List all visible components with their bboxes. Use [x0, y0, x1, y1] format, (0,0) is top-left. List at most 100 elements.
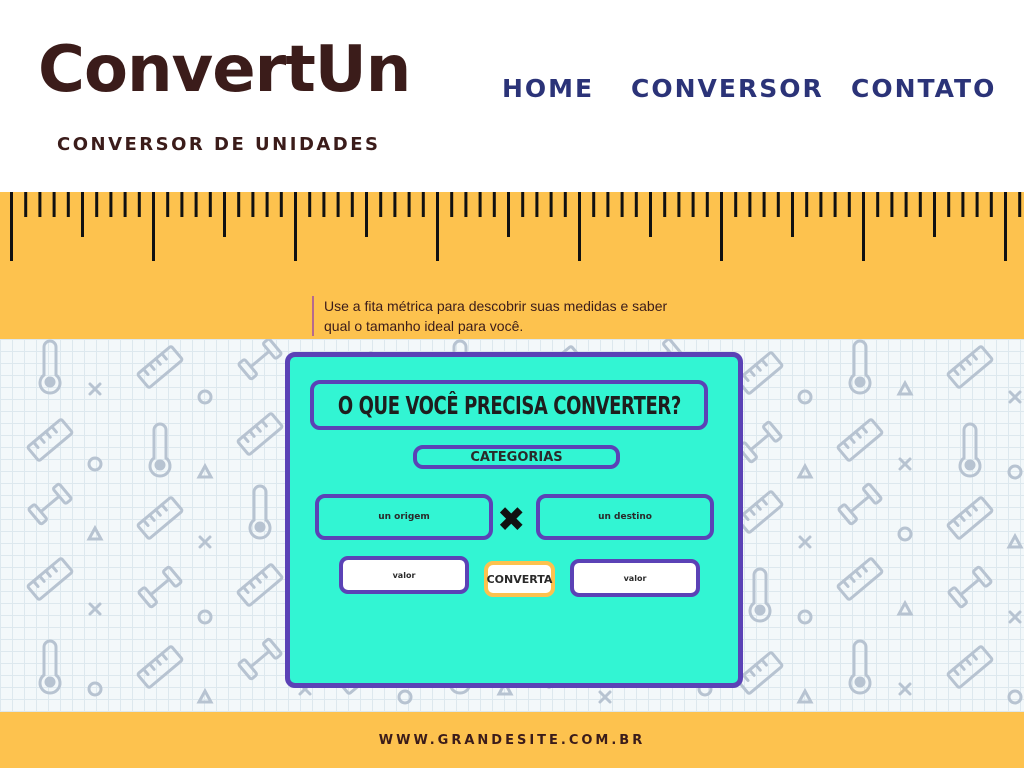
ruler-tick: [10, 191, 13, 261]
ruler-tick: [251, 191, 255, 217]
ruler-tick: [152, 191, 155, 261]
thermometer-icon: [148, 422, 172, 478]
ruler-icon: [136, 345, 184, 389]
triangle-icon: [796, 462, 814, 479]
ruler-tick: [66, 191, 70, 217]
value-input-field[interactable]: valor: [339, 556, 469, 594]
ruler-icon: [26, 418, 74, 462]
ruler-tick: [180, 191, 184, 217]
swap-cross-icon: ✖: [497, 500, 526, 540]
ruler-tick: [734, 191, 738, 217]
ruler-tick: [123, 191, 127, 217]
ruler-tick: [904, 191, 908, 217]
thermometer-icon: [38, 339, 62, 395]
nav-home[interactable]: HOME: [502, 74, 594, 103]
ruler-tick: [791, 191, 794, 237]
nav-conversor[interactable]: CONVERSOR: [631, 74, 824, 103]
thermometer-icon: [38, 639, 62, 695]
ruler-tick: [805, 191, 809, 217]
ruler-tick: [194, 191, 198, 217]
site-logo[interactable]: ConvertUn: [38, 30, 411, 110]
ruler-tick: [776, 191, 780, 217]
dumbbell-icon: [837, 482, 883, 526]
ruler-tick: [223, 191, 226, 237]
ruler-tick: [478, 191, 482, 217]
ruler-tick: [876, 191, 880, 217]
footer-site-url[interactable]: WWW.GRANDESITE.COM.BR: [0, 733, 1024, 748]
ruler-tick: [663, 191, 667, 217]
ruler-icon: [136, 645, 184, 689]
circle-icon: [797, 609, 813, 625]
ruler-tick: [393, 191, 397, 217]
cross-icon: [798, 535, 812, 549]
ruler-tick: [279, 191, 283, 217]
ruler-tick: [137, 191, 141, 217]
ruler-icon: [836, 557, 884, 601]
ruler-icon: [736, 651, 784, 695]
triangle-icon: [196, 687, 214, 704]
triangle-icon: [86, 524, 104, 541]
thermometer-icon: [848, 339, 872, 395]
ruler-tick: [38, 191, 42, 217]
circle-icon: [87, 456, 103, 472]
dumbbell-icon: [137, 565, 183, 609]
categories-button[interactable]: CATEGORIAS: [413, 445, 620, 469]
ruler-tick: [350, 191, 354, 217]
ruler-tick: [52, 191, 56, 217]
ruler-tick: [563, 191, 567, 217]
circle-icon: [797, 389, 813, 405]
ruler-tick: [1018, 191, 1022, 217]
cross-icon: [88, 382, 102, 396]
cross-icon: [88, 602, 102, 616]
ruler-tick: [166, 191, 170, 217]
ruler-tick: [365, 191, 368, 237]
triangle-icon: [196, 462, 214, 479]
ruler-tick: [265, 191, 269, 217]
ruler-tick: [819, 191, 823, 217]
ruler-tick: [578, 191, 581, 261]
ruler-tick: [24, 191, 28, 217]
nav-contato[interactable]: CONTATO: [851, 74, 996, 103]
cross-icon: [198, 535, 212, 549]
value-output-field[interactable]: valor: [570, 559, 700, 597]
ruler-tick: [705, 191, 709, 217]
site-header: ConvertUn CONVERSOR DE UNIDADES HOME CON…: [0, 0, 1024, 187]
ruler-tick: [492, 191, 496, 217]
ruler-tick: [606, 191, 610, 217]
thermometer-icon: [848, 639, 872, 695]
ruler-tick: [677, 191, 681, 217]
ruler-icon: [736, 351, 784, 395]
convert-button[interactable]: CONVERTA: [484, 561, 555, 597]
converter-title: O QUE VOCÊ PRECISA CONVERTER?: [337, 390, 681, 420]
ruler-tick: [847, 191, 851, 217]
ruler-tick: [833, 191, 837, 217]
ruler-tick: [592, 191, 596, 217]
ruler-tick: [81, 191, 84, 237]
target-unit-select[interactable]: un destino: [536, 494, 714, 540]
ruler-tick: [507, 191, 510, 237]
thermometer-icon: [248, 484, 272, 540]
ruler-tick: [336, 191, 340, 217]
circle-icon: [397, 689, 413, 705]
ruler-tick: [720, 191, 723, 261]
ruler-tick: [691, 191, 695, 217]
ruler-tick: [620, 191, 624, 217]
thermometer-icon: [958, 422, 982, 478]
ruler-tick: [918, 191, 922, 217]
triangle-icon: [896, 599, 914, 616]
ruler-tick: [890, 191, 894, 217]
ruler-tick: [961, 191, 965, 217]
ruler-tick: [549, 191, 553, 217]
cross-icon: [1008, 390, 1022, 404]
ruler-tick: [748, 191, 752, 217]
dumbbell-icon: [237, 339, 283, 381]
ruler-tick: [421, 191, 425, 217]
ruler-tick: [649, 191, 652, 237]
dumbbell-icon: [947, 565, 993, 609]
ruler-tick: [109, 191, 113, 217]
cross-icon: [598, 690, 612, 704]
ruler-top-edge: [0, 187, 1024, 192]
ruler-icon: [836, 418, 884, 462]
ruler-tick: [1004, 191, 1007, 261]
origin-unit-select[interactable]: un origem: [315, 494, 493, 540]
